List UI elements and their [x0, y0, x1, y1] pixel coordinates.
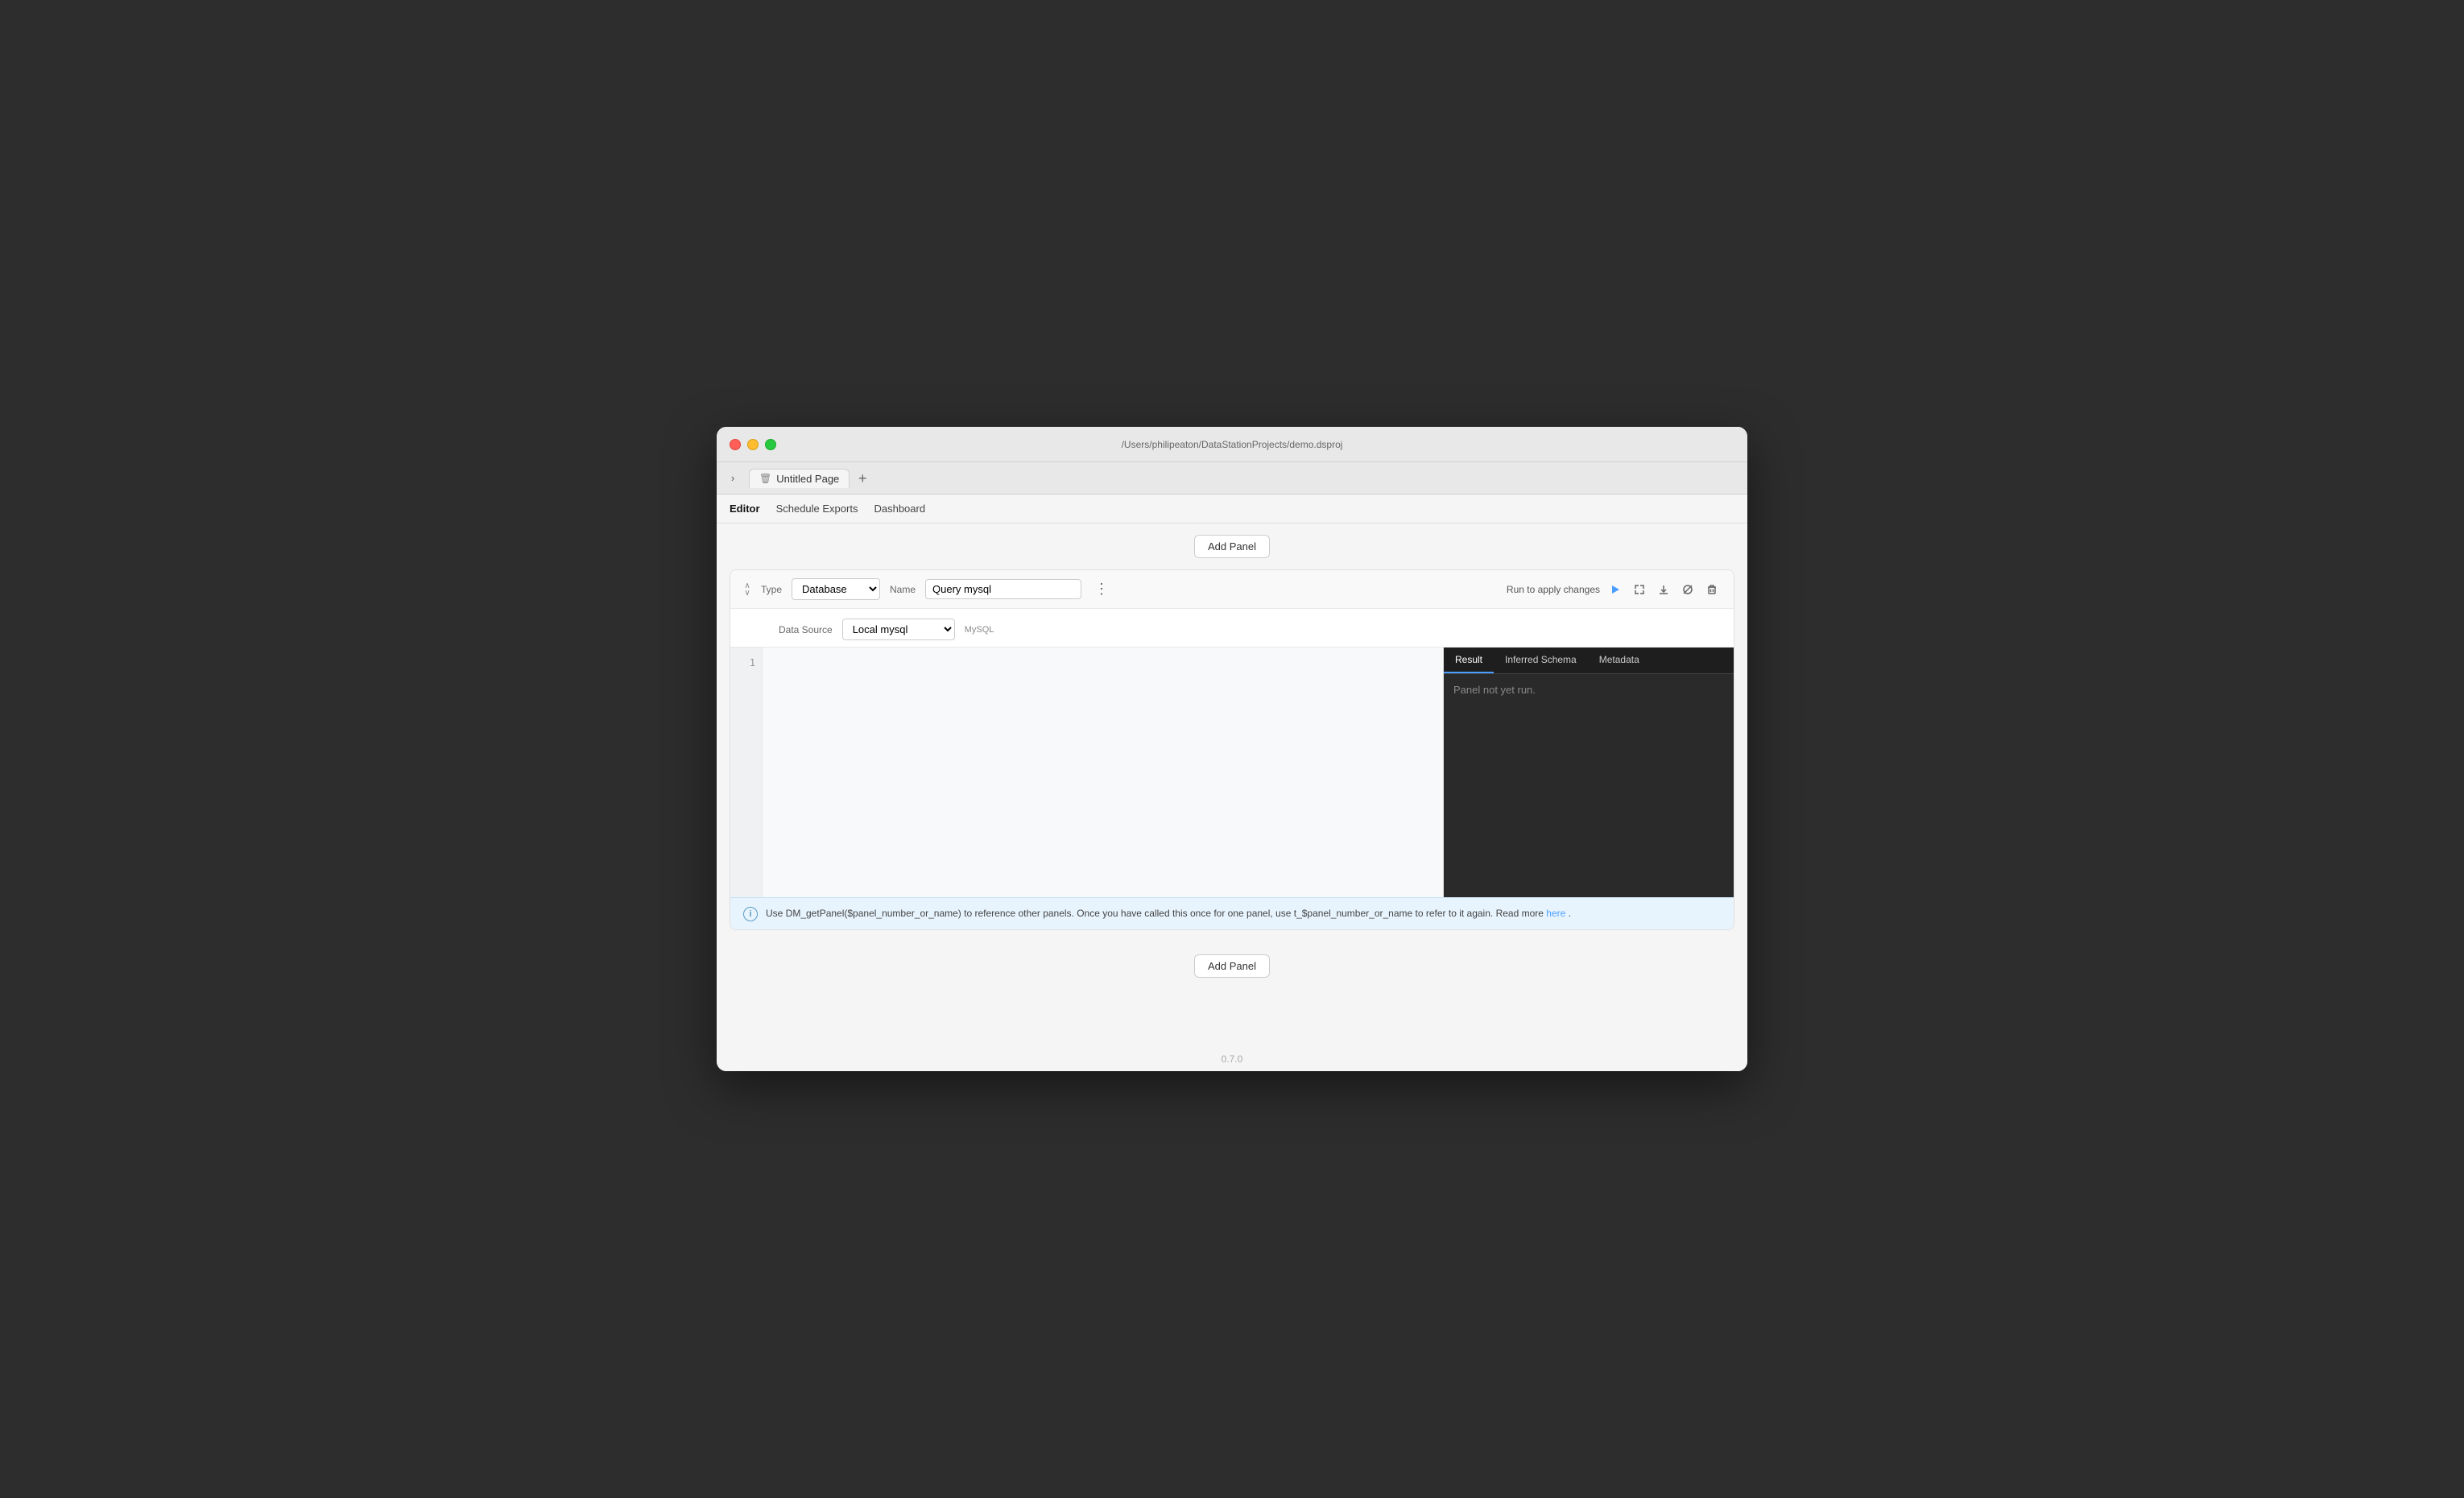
result-empty-message: Panel not yet run. — [1453, 684, 1536, 696]
result-panel: Result Inferred Schema Metadata Panel no… — [1444, 648, 1734, 897]
expand-button[interactable] — [1631, 581, 1648, 598]
plus-icon: + — [858, 471, 867, 486]
info-text: Use DM_getPanel($panel_number_or_name) t… — [766, 906, 1721, 921]
add-panel-bottom-button[interactable]: Add Panel — [1194, 954, 1270, 978]
type-label: Type — [761, 584, 782, 595]
add-panel-top-row: Add Panel — [730, 523, 1734, 569]
line-number-1: 1 — [737, 657, 755, 668]
window-title: /Users/philipeaton/DataStationProjects/d… — [1122, 439, 1343, 450]
info-link[interactable]: here — [1546, 908, 1565, 919]
nav-tab-editor[interactable]: Editor — [730, 501, 760, 516]
footer: 0.7.0 — [717, 1047, 1747, 1071]
result-tab-metadata[interactable]: Metadata — [1588, 648, 1651, 673]
hide-button[interactable] — [1679, 581, 1697, 598]
main-area: Add Panel ∧ ∨ Type Database JavaScript P… — [717, 523, 1747, 1047]
datasource-select[interactable]: Local mysql — [842, 619, 955, 640]
add-panel-top-button[interactable]: Add Panel — [1194, 535, 1270, 558]
page-toolbar: Editor Schedule Exports Dashboard — [717, 495, 1747, 523]
add-panel-bottom-row: Add Panel — [730, 943, 1734, 989]
tab-untitled-page[interactable]: 🗑 Untitled Page — [749, 469, 850, 488]
new-tab-button[interactable]: + — [853, 469, 872, 488]
info-bar: i Use DM_getPanel($panel_number_or_name)… — [730, 897, 1734, 929]
tab-delete-icon: 🗑 — [759, 473, 771, 484]
panel-header: ∧ ∨ Type Database JavaScript Python HTTP… — [730, 570, 1734, 609]
panel-collapse-button[interactable]: ∧ ∨ — [743, 583, 751, 595]
chevron-up-icon: ∧ — [743, 583, 751, 588]
info-message: Use DM_getPanel($panel_number_or_name) t… — [766, 908, 1546, 919]
result-content: Panel not yet run. — [1444, 674, 1734, 897]
panel-body: Data Source Local mysql MySQL 1 — [730, 609, 1734, 929]
panel-container: ∧ ∨ Type Database JavaScript Python HTTP… — [730, 569, 1734, 930]
info-suffix: . — [1569, 908, 1571, 919]
result-tab-inferred-schema[interactable]: Inferred Schema — [1494, 648, 1588, 673]
more-options-button[interactable]: ⋮ — [1091, 581, 1112, 598]
chevron-right-icon: › — [731, 472, 734, 484]
maximize-button[interactable] — [765, 439, 776, 450]
chevron-down-icon: ∨ — [743, 590, 751, 595]
nav-tab-dashboard[interactable]: Dashboard — [874, 501, 925, 516]
delete-button[interactable] — [1703, 581, 1721, 598]
nav-tab-schedule-exports[interactable]: Schedule Exports — [776, 501, 858, 516]
run-button[interactable] — [1606, 581, 1624, 598]
main-window: /Users/philipeaton/DataStationProjects/d… — [717, 427, 1747, 1071]
info-icon: i — [743, 907, 758, 921]
editor-result-area: 1 Result Inferred Schema Metadata — [730, 648, 1734, 897]
download-button[interactable] — [1655, 581, 1672, 598]
app-content: Editor Schedule Exports Dashboard Add Pa… — [717, 495, 1747, 1071]
minimize-button[interactable] — [747, 439, 759, 450]
run-changes-label: Run to apply changes — [1507, 584, 1600, 595]
name-label: Name — [890, 584, 916, 595]
sql-code-input[interactable] — [771, 656, 1435, 889]
sql-editor: 1 — [730, 648, 1444, 897]
datasource-type: MySQL — [965, 625, 994, 635]
close-button[interactable] — [730, 439, 741, 450]
traffic-lights — [730, 439, 776, 450]
line-numbers: 1 — [730, 648, 763, 897]
result-tabs: Result Inferred Schema Metadata — [1444, 648, 1734, 674]
titlebar: /Users/philipeaton/DataStationProjects/d… — [717, 427, 1747, 462]
datasource-row: Data Source Local mysql MySQL — [730, 609, 1734, 648]
sidebar-toggle[interactable]: › — [723, 469, 742, 488]
version-label: 0.7.0 — [1222, 1053, 1243, 1065]
panel-type-select[interactable]: Database JavaScript Python HTTP — [792, 578, 880, 600]
panel-name-input[interactable] — [925, 579, 1081, 599]
result-tab-result[interactable]: Result — [1444, 648, 1494, 673]
panel-actions: Run to apply changes — [1507, 581, 1721, 598]
tab-bar: › 🗑 Untitled Page + — [717, 462, 1747, 495]
tab-label: Untitled Page — [776, 473, 839, 485]
datasource-label: Data Source — [779, 624, 833, 635]
